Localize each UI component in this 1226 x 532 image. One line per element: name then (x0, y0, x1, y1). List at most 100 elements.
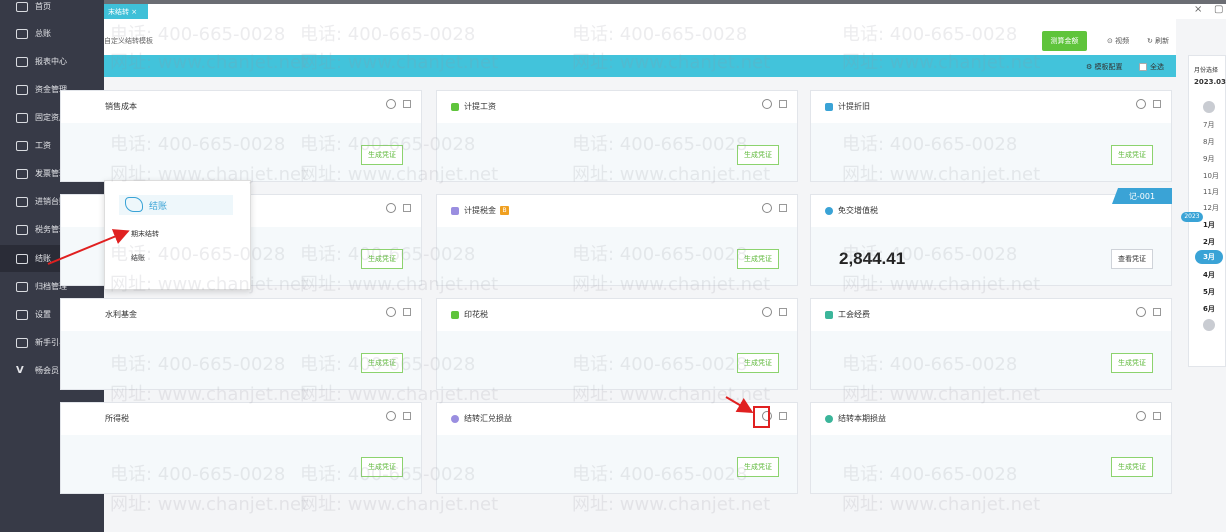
vat-card-icon (825, 206, 833, 215)
inventory-icon (16, 196, 28, 207)
card-accrue-salary: 计提工资 生成凭证 (436, 90, 798, 182)
card-title: 工会经费 (825, 309, 870, 320)
card-checkbox[interactable] (1153, 100, 1161, 108)
generate-voucher-button[interactable]: 生成凭证 (737, 249, 779, 269)
card-checkbox[interactable] (403, 204, 411, 212)
submenu-item-period-end[interactable]: 期末结转 (131, 229, 159, 239)
sidebar-item-ledger[interactable]: 总账 (0, 20, 104, 47)
archive-icon (16, 281, 28, 292)
generate-voucher-button[interactable]: 生成凭证 (737, 353, 779, 373)
generate-voucher-button[interactable]: 生成凭证 (361, 249, 403, 269)
gear-icon[interactable] (1136, 99, 1146, 109)
vip-icon: V (16, 365, 24, 376)
close-window-icon[interactable]: × (1194, 4, 1202, 15)
card-title: 所得税 (105, 414, 129, 423)
tab-period-end[interactable]: 末结转 × (104, 4, 148, 19)
tax-card-icon (451, 206, 459, 215)
month-item[interactable]: 2月 (1203, 237, 1215, 247)
month-item[interactable]: 4月 (1203, 270, 1215, 280)
month-item[interactable]: 12月 (1203, 203, 1219, 213)
card-income-tax: 所得税 生成凭证 (60, 402, 422, 494)
generate-voucher-button[interactable]: 生成凭证 (737, 145, 779, 165)
depreciation-card-icon (825, 102, 833, 111)
month-item[interactable]: 1月 (1203, 220, 1215, 230)
toolbar: 自定义结转模板 测算金额 ⊙ 视频 ↻ 刷新 (104, 19, 1176, 55)
select-all-box[interactable] (1139, 63, 1147, 71)
gear-icon[interactable] (762, 99, 772, 109)
submenu-item-checkout[interactable]: 结账 (131, 253, 145, 263)
union-card-icon (825, 310, 833, 319)
checkout-icon (16, 253, 28, 264)
month-item[interactable]: 6月 (1203, 304, 1215, 314)
exchange-card-icon (451, 414, 459, 423)
card-checkbox[interactable] (779, 412, 787, 420)
gear-icon[interactable] (1136, 307, 1146, 317)
voucher-ribbon[interactable]: 记-001 (1112, 188, 1172, 204)
generate-voucher-button[interactable]: 生成凭证 (361, 145, 403, 165)
breadcrumb[interactable]: 自定义结转模板 (104, 36, 153, 46)
generate-voucher-button[interactable]: 生成凭证 (361, 353, 403, 373)
tax-icon (16, 224, 28, 235)
submenu-header: 结账 (119, 195, 233, 215)
gear-icon[interactable] (386, 411, 396, 421)
card-checkbox[interactable] (779, 204, 787, 212)
gear-icon[interactable] (386, 99, 396, 109)
selected-period: 2023.03 (1194, 78, 1226, 86)
month-item[interactable]: 7月 (1203, 120, 1214, 130)
card-exchange-gain-loss: 结转汇兑损益 生成凭证 (436, 402, 798, 494)
card-checkbox[interactable] (403, 100, 411, 108)
month-item-active[interactable]: 3月 (1195, 250, 1223, 264)
view-voucher-button[interactable]: 查看凭证 (1111, 249, 1153, 269)
gear-icon[interactable] (762, 307, 772, 317)
card-sales-cost: 销售成本 生成凭证 (60, 90, 422, 182)
card-checkbox[interactable] (1153, 412, 1161, 420)
card-title: 销售成本 (105, 102, 137, 111)
card-accrue-tax: 计提税金 B 生成凭证 (436, 194, 798, 286)
chevron-up-icon[interactable] (1203, 101, 1215, 113)
card-amount: 2,844.41 (839, 249, 906, 268)
video-link[interactable]: ⊙ 视频 (1107, 36, 1129, 46)
calculate-button[interactable]: 测算金额 (1042, 31, 1087, 51)
salary-icon (16, 140, 28, 151)
sidebar-item-home[interactable]: 首页 (0, 0, 104, 20)
generate-voucher-button[interactable]: 生成凭证 (1111, 457, 1153, 477)
generate-voucher-button[interactable]: 生成凭证 (1111, 145, 1153, 165)
sidebar-item-reports[interactable]: 报表中心 (0, 48, 104, 75)
month-panel-title: 月份选择 (1194, 67, 1219, 74)
card-title: 计提折旧 (825, 101, 870, 112)
report-icon (16, 56, 28, 67)
card-checkbox[interactable] (403, 308, 411, 316)
generate-voucher-button[interactable]: 生成凭证 (361, 457, 403, 477)
sub-toolbar: ⚙ 模板配置 全选 (104, 62, 1176, 82)
profit-card-icon (825, 414, 833, 423)
card-stamp-tax: 印花税 生成凭证 (436, 298, 798, 390)
gear-icon[interactable] (386, 307, 396, 317)
select-all-checkbox[interactable]: 全选 (1139, 62, 1164, 72)
month-item[interactable]: 11月 (1203, 187, 1219, 197)
refresh-link[interactable]: ↻ 刷新 (1147, 36, 1169, 46)
gear-icon[interactable] (386, 203, 396, 213)
chevron-down-icon[interactable] (1203, 319, 1215, 331)
settings-icon (16, 309, 28, 320)
month-item[interactable]: 10月 (1203, 171, 1219, 181)
template-config-link[interactable]: ⚙ 模板配置 (1086, 62, 1123, 72)
invoice-icon (16, 168, 28, 179)
card-checkbox[interactable] (779, 100, 787, 108)
b-badge: B (500, 206, 509, 215)
home-icon (16, 1, 28, 12)
month-item[interactable]: 9月 (1203, 154, 1214, 164)
card-checkbox[interactable] (403, 412, 411, 420)
month-item[interactable]: 5月 (1203, 287, 1215, 297)
generate-voucher-button[interactable]: 生成凭证 (1111, 353, 1153, 373)
guide-icon (16, 337, 28, 348)
generate-voucher-button[interactable]: 生成凭证 (737, 457, 779, 477)
fund-icon (16, 84, 28, 95)
gear-icon[interactable] (1136, 411, 1146, 421)
restore-window-icon[interactable]: ▢ (1214, 4, 1223, 15)
gear-icon[interactable] (762, 203, 772, 213)
card-checkbox[interactable] (779, 308, 787, 316)
month-item[interactable]: 8月 (1203, 137, 1214, 147)
card-checkbox[interactable] (1153, 308, 1161, 316)
card-vat-exempt: 记-001 免交增值税 2,844.41 查看凭证 (810, 188, 1172, 286)
salary-card-icon (451, 102, 459, 111)
